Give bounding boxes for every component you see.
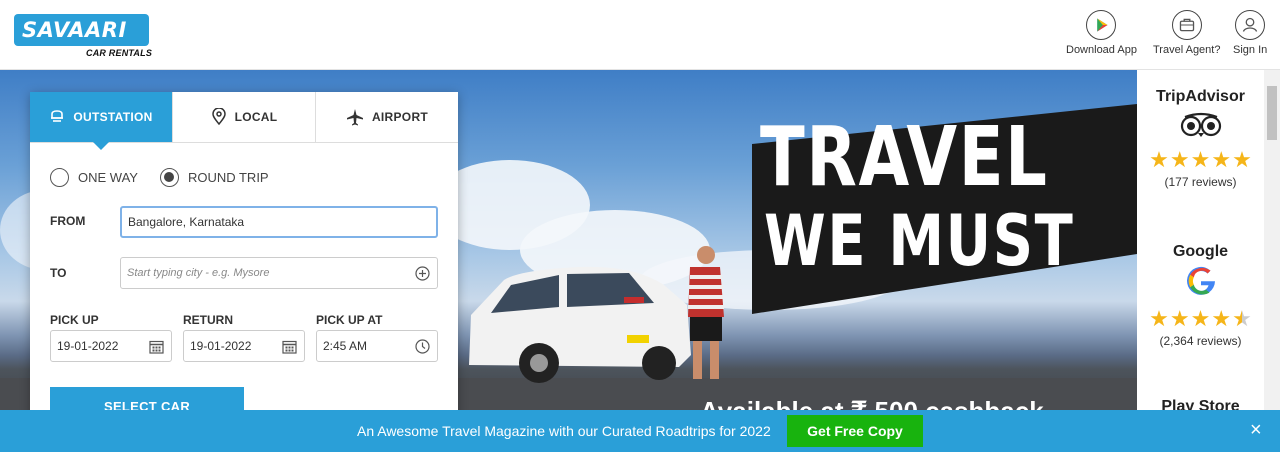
google-logo-icon xyxy=(1186,266,1215,295)
pickup-time-label: PICK UP AT xyxy=(316,313,383,327)
review-count: (2,364 reviews) xyxy=(1159,334,1242,348)
pickup-time-value: 2:45 AM xyxy=(323,339,368,353)
trip-category-tabs: OUTSTATION LOCAL AIRPORT xyxy=(30,92,458,150)
download-app-label: Download App xyxy=(1066,44,1137,56)
to-label: TO xyxy=(50,266,67,280)
promo-message: An Awesome Travel Magazine with our Cura… xyxy=(357,423,771,439)
return-date-value: 19-01-2022 xyxy=(190,339,252,353)
star-icon: ★ xyxy=(1190,306,1211,331)
map-pin-icon xyxy=(211,108,226,126)
star-icon: ★ xyxy=(1169,147,1190,172)
reviews-sidebar: TripAdvisor ★ ★ ★ ★ ★ (177 reviews) Google ★… xyxy=(1137,70,1264,415)
add-stop-icon[interactable] xyxy=(415,266,430,281)
star-icon: ★ xyxy=(1169,306,1190,331)
briefcase-icon xyxy=(1171,10,1202,40)
hero-offer-text: Available at ₹ 500 cashback xyxy=(700,396,1044,410)
savaari-logo[interactable]: SAVAARI CAR RENTALS xyxy=(14,14,153,60)
tab-local[interactable]: LOCAL xyxy=(173,92,316,142)
pickup-date-input[interactable]: 19-01-2022 xyxy=(50,330,172,362)
round-trip-label: ROUND TRIP xyxy=(187,170,269,185)
download-app-link[interactable]: Download App xyxy=(1066,10,1137,56)
rating-stars: ★ ★ ★ ★ ★ xyxy=(1137,308,1264,330)
review-count: (177 reviews) xyxy=(1164,175,1237,189)
scrollbar-thumb[interactable] xyxy=(1267,86,1277,140)
to-input-placeholder: Start typing city - e.g. Mysore xyxy=(127,267,270,279)
star-icon: ★ xyxy=(1190,147,1211,172)
review-source-name: Google xyxy=(1172,243,1229,260)
rating-stars: ★ ★ ★ ★ ★ xyxy=(1137,149,1264,171)
logo-wordmark: SAVAARI xyxy=(14,14,149,46)
clock-icon xyxy=(415,339,430,354)
tripadvisor-owl-icon xyxy=(1180,112,1221,137)
pickup-time-input[interactable]: 2:45 AM xyxy=(316,330,438,362)
tab-outstation-label: OUTSTATION xyxy=(73,110,153,124)
pickup-date-value: 19-01-2022 xyxy=(57,339,119,353)
car-icon xyxy=(51,110,64,122)
review-source-name: TripAdvisor xyxy=(1156,88,1245,105)
travel-agent-link[interactable]: Travel Agent? xyxy=(1153,10,1220,56)
get-free-copy-button[interactable]: Get Free Copy xyxy=(787,415,923,447)
to-input[interactable]: Start typing city - e.g. Mysore xyxy=(120,257,438,289)
star-icon: ★ xyxy=(1232,147,1252,172)
return-date-input[interactable]: 19-01-2022 xyxy=(183,330,305,362)
star-icon: ★ xyxy=(1149,306,1169,331)
star-icon: ★ xyxy=(1149,147,1169,172)
tab-local-label: LOCAL xyxy=(234,110,278,124)
page-scrollbar[interactable] xyxy=(1264,70,1280,410)
radio-circle-selected xyxy=(159,168,179,187)
booking-widget: OUTSTATION LOCAL AIRPORT ONE WAY ROUND T… xyxy=(30,92,458,427)
tab-airport-label: AIRPORT xyxy=(371,110,429,124)
half-star-icon: ★ xyxy=(1232,306,1252,331)
sign-in-link[interactable]: Sign In xyxy=(1233,10,1267,56)
from-input[interactable]: Bangalore, Karnataka xyxy=(120,206,438,238)
play-store-icon xyxy=(1086,10,1117,40)
pickup-date-label: PICK UP xyxy=(50,313,99,327)
promo-bar: An Awesome Travel Magazine with our Cura… xyxy=(0,410,1280,452)
tab-outstation[interactable]: OUTSTATION xyxy=(30,92,173,150)
review-google[interactable]: Google ★ ★ ★ ★ ★ (2,364 reviews) xyxy=(1137,243,1264,348)
one-way-label: ONE WAY xyxy=(78,170,138,185)
calendar-icon xyxy=(282,340,297,354)
one-way-radio[interactable]: ONE WAY xyxy=(50,168,138,187)
round-trip-radio[interactable]: ROUND TRIP xyxy=(159,168,269,187)
travel-agent-label: Travel Agent? xyxy=(1153,44,1221,56)
from-label: FROM xyxy=(50,214,86,228)
site-header: SAVAARI CAR RENTALS Download App Travel … xyxy=(0,0,1280,70)
tab-airport[interactable]: AIRPORT xyxy=(316,92,458,142)
radio-circle xyxy=(50,168,69,187)
calendar-icon xyxy=(149,340,164,354)
hero-headline-line1: TRAVEL xyxy=(760,110,1049,205)
review-tripadvisor[interactable]: TripAdvisor ★ ★ ★ ★ ★ (177 reviews) xyxy=(1137,88,1264,189)
airplane-icon xyxy=(346,109,363,126)
sign-in-label: Sign In xyxy=(1233,44,1268,56)
hero-headline-line2: WE MUST xyxy=(764,200,1075,282)
close-icon[interactable]: × xyxy=(1250,420,1262,440)
logo-tagline: CAR RENTALS xyxy=(86,48,153,58)
trip-type-selector: ONE WAY ROUND TRIP xyxy=(50,168,269,187)
return-date-label: RETURN xyxy=(183,313,233,327)
star-icon: ★ xyxy=(1211,306,1232,331)
star-icon: ★ xyxy=(1211,147,1232,172)
user-icon xyxy=(1235,10,1266,40)
traveler-illustration xyxy=(688,246,724,379)
